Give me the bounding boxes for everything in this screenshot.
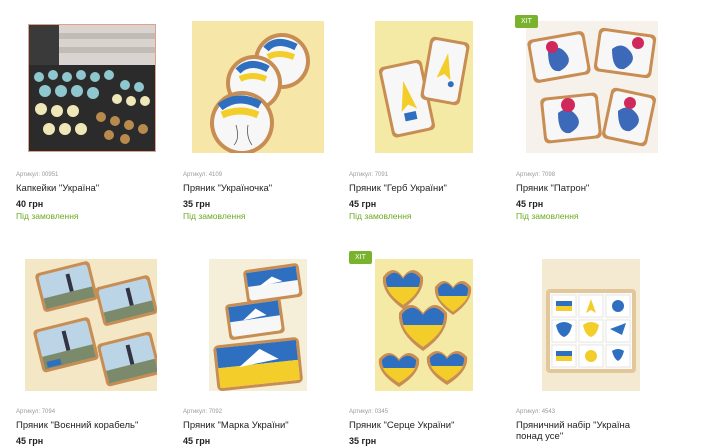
product-image-sertse[interactable] (375, 259, 473, 391)
product-price: 40 грн (16, 199, 44, 209)
availability-status[interactable]: Під замовлення (349, 211, 412, 221)
product-sku: Артикул: 7092 (183, 409, 223, 415)
product-sku: Артикул: 4543 (516, 409, 556, 415)
hit-badge: ХІТ (349, 251, 372, 264)
product-name[interactable]: Пряник "Марка України" (183, 420, 289, 431)
product-price: 45 грн (516, 199, 544, 209)
product-name[interactable]: Пряничний набір "Україна понад усе" (516, 420, 651, 442)
availability-status[interactable]: Під замовлення (516, 211, 579, 221)
product-image-nabir[interactable] (542, 259, 640, 391)
hit-badge: ХІТ (515, 15, 538, 28)
product-name[interactable]: Пряник "Патрон" (516, 183, 589, 194)
availability-status[interactable]: Під замовлення (183, 211, 246, 221)
product-image-gerb[interactable] (375, 21, 473, 153)
product-image-patron[interactable] (526, 21, 658, 153)
product-price: 45 грн (349, 199, 377, 209)
product-name[interactable]: Пряник "Україночка" (183, 183, 272, 194)
product-price: 45 грн (16, 436, 44, 446)
product-sku: Артикул: 0345 (349, 409, 389, 415)
availability-status[interactable]: Під замовлення (16, 211, 79, 221)
product-sku: Артикул: 7091 (349, 172, 389, 178)
product-name[interactable]: Пряник "Герб України" (349, 183, 447, 194)
product-price: 35 грн (349, 436, 377, 446)
product-sku: Артикул: 7094 (16, 409, 56, 415)
product-sku: Артикул: 7098 (516, 172, 556, 178)
product-name[interactable]: Пряник "Серце України" (349, 420, 454, 431)
product-name[interactable]: Пряник "Воєнний корабель" (16, 420, 138, 431)
product-image-korabel[interactable] (25, 259, 157, 391)
product-sku: Артикул: 00951 (16, 172, 59, 178)
product-image-ukrainochka[interactable] (192, 21, 324, 153)
product-image-marka[interactable] (209, 259, 307, 391)
product-sku: Артикул: 4109 (183, 172, 223, 178)
product-price: 45 грн (183, 436, 211, 446)
product-image-cupcakes[interactable] (28, 24, 156, 152)
product-price: 35 грн (183, 199, 211, 209)
product-name[interactable]: Капкейки "Україна" (16, 183, 99, 194)
